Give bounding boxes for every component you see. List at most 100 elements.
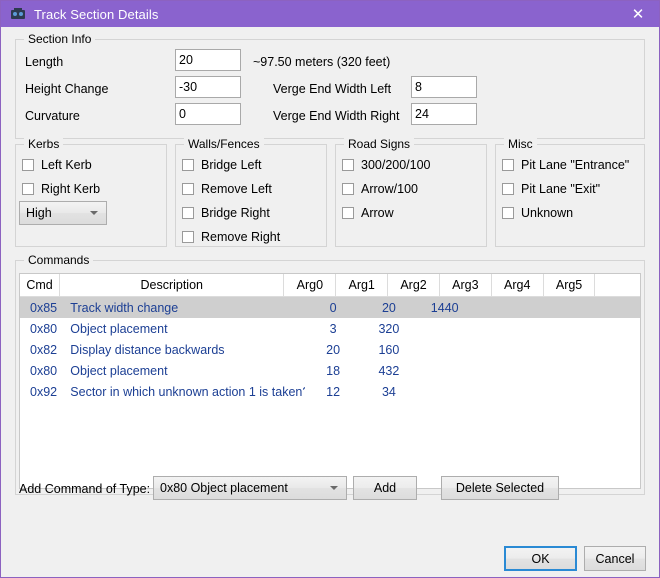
checkbox-bridge-right[interactable]: Bridge Right	[182, 206, 270, 220]
column-header-arg2[interactable]: Arg2	[388, 274, 440, 296]
checkbox-pit-lane-exit[interactable]: Pit Lane "Exit"	[502, 182, 600, 196]
table-row[interactable]: 0x82 Display distance backwards 20 160	[20, 339, 640, 360]
checkbox-remove-left-label: Remove Left	[201, 182, 272, 196]
checkbox-right-kerb-label: Right Kerb	[41, 182, 101, 196]
close-icon[interactable]: ✕	[615, 1, 659, 27]
column-header-arg4[interactable]: Arg4	[492, 274, 544, 296]
window-title: Track Section Details	[34, 6, 159, 22]
delete-selected-button[interactable]: Delete Selected	[441, 476, 559, 500]
cell-cmd: 0x80	[30, 321, 58, 336]
cell-arg3	[473, 381, 529, 402]
column-header-arg1[interactable]: Arg1	[336, 274, 389, 296]
checkbox-left-kerb-box[interactable]	[22, 159, 34, 171]
cell-desc: Object placement	[70, 363, 168, 378]
checkbox-300-200-100-box[interactable]	[342, 159, 354, 171]
checkbox-remove-right[interactable]: Remove Right	[182, 230, 280, 244]
column-header-filler	[595, 274, 640, 296]
cell-arg4	[528, 360, 584, 381]
verge-end-width-left-label: Verge End Width Left	[273, 82, 392, 96]
cell-arg5	[584, 360, 640, 381]
cell-arg4	[528, 297, 584, 318]
column-header-arg5[interactable]: Arg5	[544, 274, 596, 296]
column-header-description[interactable]: Description	[60, 274, 285, 296]
column-header-arg0[interactable]: Arg0	[284, 274, 337, 296]
add-button[interactable]: Add	[353, 476, 417, 500]
checkbox-arrow[interactable]: Arrow	[342, 206, 394, 220]
checkbox-unknown-box[interactable]	[502, 207, 514, 219]
length-meters-text: ~97.50 meters (320 feet)	[253, 55, 391, 69]
cell-desc: Object placement	[70, 321, 168, 336]
cell-arg5	[584, 381, 640, 402]
checkbox-left-kerb[interactable]: Left Kerb	[22, 158, 92, 172]
commands-table-header: Cmd Description Arg0 Arg1 Arg2 Arg3 Arg4…	[20, 274, 640, 297]
cell-arg5	[584, 297, 640, 318]
track-section-details-window: Track Section Details ✕ Section Info Len…	[0, 0, 660, 578]
cell-cmd: 0x92	[30, 384, 58, 399]
checkbox-bridge-right-label: Bridge Right	[201, 206, 270, 220]
table-row[interactable]: 0x80 Object placement 3 320	[20, 318, 640, 339]
add-command-label: Add Command of Type:	[19, 482, 151, 496]
verge-end-width-left-input[interactable]	[411, 76, 477, 98]
column-header-cmd[interactable]: Cmd	[20, 274, 61, 296]
cell-arg0: 12	[326, 384, 341, 399]
curvature-input[interactable]	[175, 103, 241, 125]
checkbox-300-200-100-label: 300/200/100	[361, 158, 431, 172]
chevron-down-icon	[90, 211, 98, 215]
group-commands-label: Commands	[24, 253, 94, 267]
height-change-label: Height Change	[25, 82, 109, 96]
cell-arg2	[417, 318, 473, 339]
cell-arg4	[528, 381, 584, 402]
cell-cmd: 0x85	[30, 300, 58, 315]
add-command-type-value: 0x80 Object placement	[160, 481, 288, 495]
cell-arg3	[473, 297, 529, 318]
kerb-height-select[interactable]: High	[19, 201, 107, 225]
checkbox-arrow-label: Arrow	[361, 206, 394, 220]
cell-arg0: 20	[326, 342, 341, 357]
cell-cmd: 0x80	[30, 363, 58, 378]
length-label: Length	[25, 55, 64, 69]
checkbox-bridge-left[interactable]: Bridge Left	[182, 158, 261, 172]
cell-cmd: 0x82	[30, 342, 58, 357]
checkbox-bridge-right-box[interactable]	[182, 207, 194, 219]
checkbox-remove-left[interactable]: Remove Left	[182, 182, 272, 196]
checkbox-300-200-100[interactable]: 300/200/100	[342, 158, 431, 172]
commands-table[interactable]: Cmd Description Arg0 Arg1 Arg2 Arg3 Arg4…	[19, 273, 641, 489]
cell-arg2	[417, 381, 473, 402]
verge-end-width-right-input[interactable]	[411, 103, 477, 125]
dialog-client-area: Section Info Length ~97.50 meters (320 f…	[1, 27, 659, 577]
checkbox-pit-lane-entrance[interactable]: Pit Lane "Entrance"	[502, 158, 629, 172]
checkbox-pit-lane-entrance-label: Pit Lane "Entrance"	[521, 158, 630, 172]
table-row[interactable]: 0x92 Sector in which unknown action 1 is…	[20, 381, 640, 402]
curvature-label: Curvature	[25, 109, 80, 123]
height-change-input[interactable]	[175, 76, 241, 98]
length-input[interactable]	[175, 49, 241, 71]
verge-end-width-right-label: Verge End Width Right	[273, 109, 400, 123]
cell-arg2	[417, 360, 473, 381]
column-header-arg3[interactable]: Arg3	[440, 274, 492, 296]
add-command-type-select[interactable]: 0x80 Object placement	[153, 476, 347, 500]
checkbox-bridge-left-box[interactable]	[182, 159, 194, 171]
title-bar: Track Section Details ✕	[1, 1, 659, 27]
table-row[interactable]: 0x85 Track width change 0 20 1440	[20, 297, 640, 318]
checkbox-right-kerb[interactable]: Right Kerb	[22, 182, 100, 196]
checkbox-remove-right-box[interactable]	[182, 231, 194, 243]
checkbox-arrow-100-box[interactable]	[342, 183, 354, 195]
checkbox-right-kerb-box[interactable]	[22, 183, 34, 195]
checkbox-unknown[interactable]: Unknown	[502, 206, 573, 220]
group-walls-fences-label: Walls/Fences	[184, 137, 264, 151]
checkbox-remove-right-label: Remove Right	[201, 230, 281, 244]
table-row[interactable]: 0x80 Object placement 18 432	[20, 360, 640, 381]
checkbox-arrow-box[interactable]	[342, 207, 354, 219]
checkbox-arrow-100[interactable]: Arrow/100	[342, 182, 418, 196]
checkbox-pit-lane-entrance-box[interactable]	[502, 159, 514, 171]
ok-button[interactable]: OK	[504, 546, 577, 571]
checkbox-remove-left-box[interactable]	[182, 183, 194, 195]
cell-arg0: 3	[329, 321, 337, 336]
cell-arg1: 320	[378, 321, 400, 336]
checkbox-pit-lane-exit-label: Pit Lane "Exit"	[521, 182, 601, 196]
checkbox-pit-lane-exit-box[interactable]	[502, 183, 514, 195]
cancel-button[interactable]: Cancel	[584, 546, 646, 571]
cell-arg1: 160	[378, 342, 400, 357]
cell-arg2	[417, 339, 473, 360]
cell-arg4	[528, 339, 584, 360]
